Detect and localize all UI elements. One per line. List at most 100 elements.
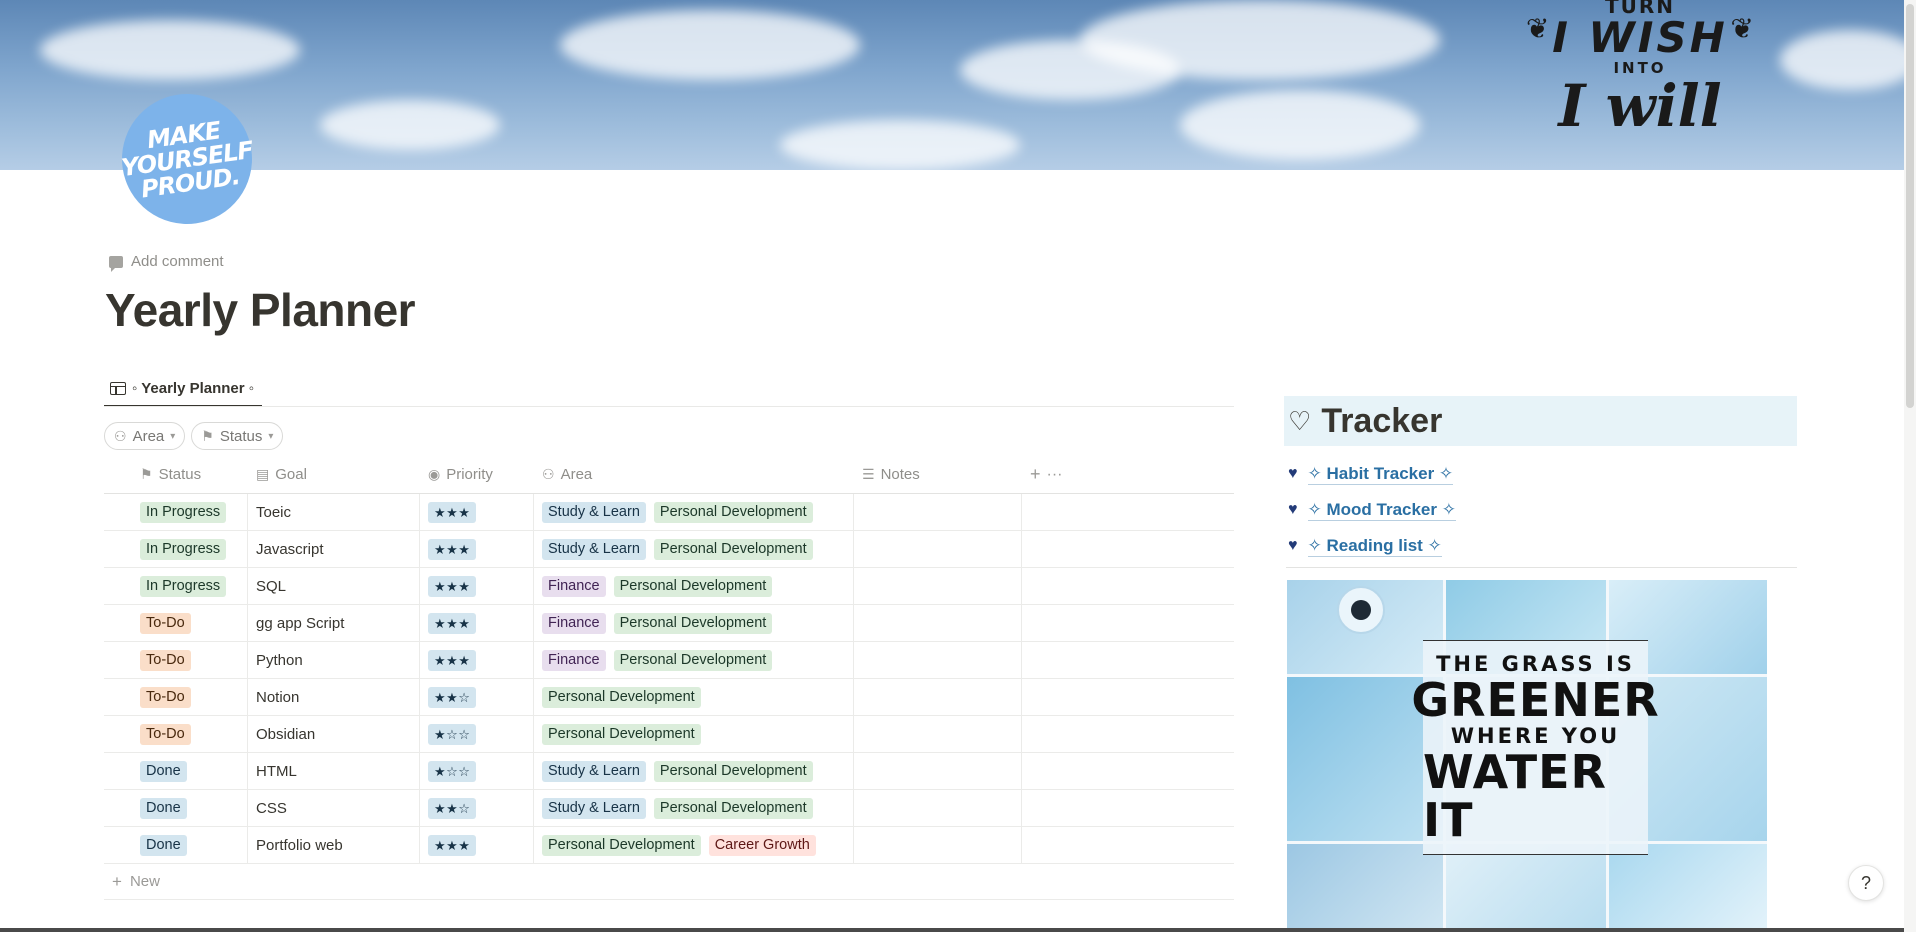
- cell-goal[interactable]: Obsidian: [248, 716, 420, 752]
- table-row[interactable]: In Progress Toeic ★★★ Study & Learn Personal…: [104, 494, 1234, 531]
- table-row[interactable]: In Progress Javascript ★★★ Study & Learn Per…: [104, 531, 1234, 568]
- cell-status[interactable]: To-Do: [104, 642, 248, 678]
- cell-priority[interactable]: ★★★: [420, 642, 534, 678]
- table-row[interactable]: To-Do Obsidian ★☆☆ Personal Development: [104, 716, 1234, 753]
- cell-area[interactable]: Finance Personal Development: [534, 642, 854, 678]
- cell-notes[interactable]: [854, 753, 1022, 789]
- cell-area[interactable]: Study & Learn Personal Development: [534, 790, 854, 826]
- new-row-button[interactable]: + New: [104, 864, 1234, 900]
- tracker-link-label[interactable]: ✧ Reading list ✧: [1307, 536, 1442, 557]
- goal-title[interactable]: CSS: [256, 800, 287, 817]
- cell-goal[interactable]: Python: [248, 642, 420, 678]
- help-button[interactable]: ?: [1848, 865, 1884, 901]
- column-header-notes[interactable]: ☰ Notes: [854, 456, 1022, 493]
- add-comment-button[interactable]: Add comment: [109, 253, 224, 272]
- goal-title[interactable]: HTML: [256, 763, 297, 780]
- column-header-goal[interactable]: ▤ Goal: [248, 456, 420, 493]
- cell-status[interactable]: Done: [104, 790, 248, 826]
- tracker-link-mood[interactable]: ♥ ✧ Mood Tracker ✧: [1288, 492, 1456, 528]
- goal-title[interactable]: Obsidian: [256, 726, 315, 743]
- table-row[interactable]: In Progress SQL ★★★ Finance Personal Develop…: [104, 568, 1234, 605]
- cell-goal[interactable]: Portfolio web: [248, 827, 420, 863]
- cell-status[interactable]: In Progress: [104, 568, 248, 604]
- cell-area[interactable]: Study & Learn Personal Development: [534, 531, 854, 567]
- cell-area[interactable]: Study & Learn Personal Development: [534, 494, 854, 530]
- view-tab-yearly-planner[interactable]: ◦ Yearly Planner ◦: [104, 371, 263, 407]
- goal-title[interactable]: Python: [256, 652, 303, 669]
- table-body: In Progress Toeic ★★★ Study & Learn Personal…: [104, 494, 1234, 864]
- cell-goal[interactable]: gg app Script: [248, 605, 420, 641]
- cover-image: ❦ ❦ TURN I WISH INTO I will: [0, 0, 1916, 170]
- cell-goal[interactable]: HTML: [248, 753, 420, 789]
- cell-priority[interactable]: ★★★: [420, 531, 534, 567]
- cell-area[interactable]: Personal Development: [534, 716, 854, 752]
- cell-status[interactable]: Done: [104, 753, 248, 789]
- scrollbar-thumb[interactable]: [1906, 4, 1914, 408]
- cell-priority[interactable]: ★☆☆: [420, 716, 534, 752]
- cell-goal[interactable]: Notion: [248, 679, 420, 715]
- goal-title[interactable]: Toeic: [256, 504, 291, 521]
- cell-status[interactable]: To-Do: [104, 716, 248, 752]
- cell-priority[interactable]: ★★★: [420, 605, 534, 641]
- cell-notes[interactable]: [854, 568, 1022, 604]
- column-header-priority[interactable]: ◉ Priority: [420, 456, 534, 493]
- cell-area[interactable]: Finance Personal Development: [534, 568, 854, 604]
- cell-priority[interactable]: ★★★: [420, 827, 534, 863]
- tracker-link-label[interactable]: ✧ Habit Tracker ✧: [1307, 464, 1454, 485]
- goal-title[interactable]: Notion: [256, 689, 299, 706]
- more-options-icon[interactable]: ···: [1047, 466, 1063, 484]
- cell-notes[interactable]: [854, 790, 1022, 826]
- goal-title[interactable]: SQL: [256, 578, 286, 595]
- cell-notes[interactable]: [854, 642, 1022, 678]
- table-row[interactable]: To-Do Python ★★★ Finance Personal Developmen…: [104, 642, 1234, 679]
- cell-area[interactable]: Study & Learn Personal Development: [534, 753, 854, 789]
- tracker-link-label[interactable]: ✧ Mood Tracker ✧: [1307, 500, 1456, 521]
- cell-notes[interactable]: [854, 494, 1022, 530]
- cell-priority[interactable]: ★★☆: [420, 790, 534, 826]
- window-bottom-edge: [0, 928, 1904, 932]
- cell-area[interactable]: Personal Development: [534, 679, 854, 715]
- cell-status[interactable]: To-Do: [104, 679, 248, 715]
- cell-priority[interactable]: ★★☆: [420, 679, 534, 715]
- tracker-link-habit[interactable]: ♥ ✧ Habit Tracker ✧: [1288, 456, 1456, 492]
- goal-title[interactable]: Portfolio web: [256, 837, 343, 854]
- filter-status[interactable]: ⚑ Status ▾: [191, 422, 284, 450]
- table-row[interactable]: Done Portfolio web ★★★ Personal Development…: [104, 827, 1234, 864]
- tracker-link-reading[interactable]: ♥ ✧ Reading list ✧: [1288, 528, 1456, 564]
- cell-goal[interactable]: Javascript: [248, 531, 420, 567]
- cell-priority[interactable]: ★★★: [420, 568, 534, 604]
- table-row[interactable]: Done CSS ★★☆ Study & Learn Personal Developm…: [104, 790, 1234, 827]
- table-row[interactable]: To-Do gg app Script ★★★ Finance Personal Dev…: [104, 605, 1234, 642]
- goal-title[interactable]: gg app Script: [256, 615, 344, 632]
- cell-notes[interactable]: [854, 531, 1022, 567]
- cell-notes[interactable]: [854, 679, 1022, 715]
- filter-area[interactable]: ⚇ Area ▾: [104, 422, 186, 450]
- cell-goal[interactable]: Toeic: [248, 494, 420, 530]
- table-row[interactable]: Done HTML ★☆☆ Study & Learn Personal Develop…: [104, 753, 1234, 790]
- cell-notes[interactable]: [854, 716, 1022, 752]
- cell-area[interactable]: Personal Development Career Growth: [534, 827, 854, 863]
- cell-notes[interactable]: [854, 827, 1022, 863]
- column-header-status[interactable]: ⚑ Status: [104, 456, 248, 493]
- cell-status[interactable]: In Progress: [104, 494, 248, 530]
- cell-empty: [1022, 790, 1234, 826]
- page-title[interactable]: Yearly Planner: [105, 283, 416, 337]
- area-tag: Study & Learn: [542, 538, 646, 560]
- goal-title[interactable]: Javascript: [256, 541, 324, 558]
- cell-status[interactable]: In Progress: [104, 531, 248, 567]
- cell-notes[interactable]: [854, 605, 1022, 641]
- cell-status[interactable]: Done: [104, 827, 248, 863]
- cell-goal[interactable]: CSS: [248, 790, 420, 826]
- status-badge: In Progress: [140, 575, 227, 597]
- add-column-icon[interactable]: +: [1030, 464, 1041, 485]
- area-tag: Personal Development: [613, 612, 773, 634]
- cell-priority[interactable]: ★☆☆: [420, 753, 534, 789]
- column-header-area[interactable]: ⚇ Area: [534, 456, 854, 493]
- cell-area[interactable]: Finance Personal Development: [534, 605, 854, 641]
- collage-quote-line: GREENER: [1411, 672, 1660, 727]
- cover-quote: ❦ ❦ TURN I WISH INTO I will: [1520, 0, 1760, 140]
- table-row[interactable]: To-Do Notion ★★☆ Personal Development: [104, 679, 1234, 716]
- cell-status[interactable]: To-Do: [104, 605, 248, 641]
- cell-goal[interactable]: SQL: [248, 568, 420, 604]
- cell-priority[interactable]: ★★★: [420, 494, 534, 530]
